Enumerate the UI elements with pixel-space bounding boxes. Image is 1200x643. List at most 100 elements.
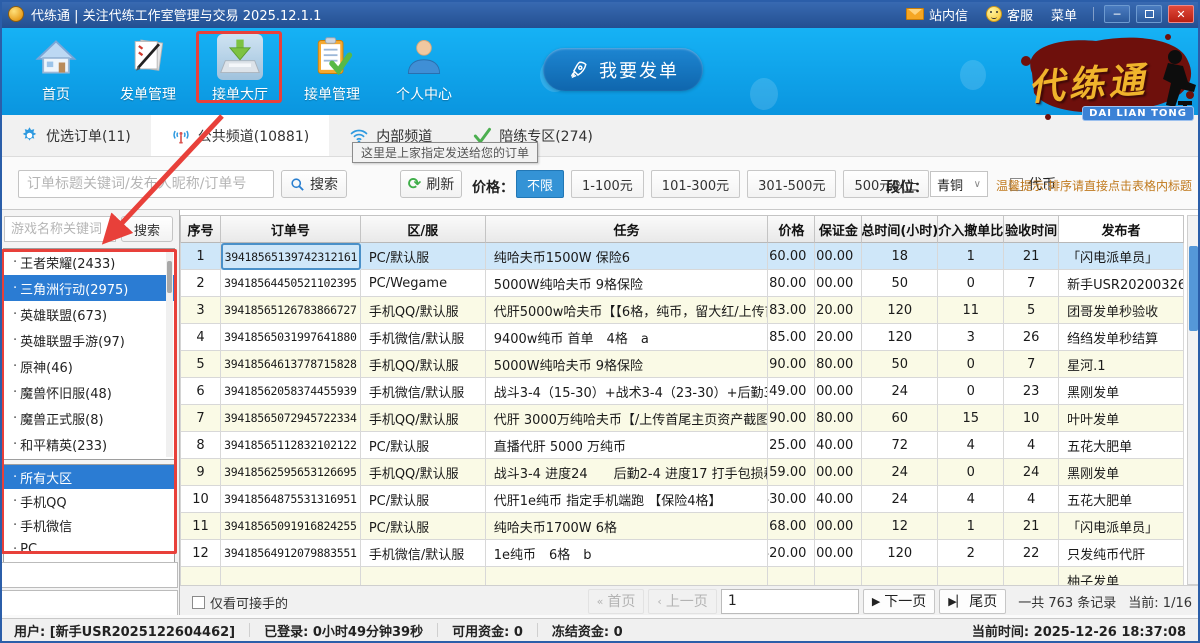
- region-item[interactable]: ·所有大区: [4, 465, 174, 489]
- table-row[interactable]: 139418565139742312161PC/默认服纯哈夫币1500W 保险6…: [181, 243, 1184, 270]
- close-button[interactable]: ✕: [1168, 5, 1194, 23]
- game-item-clipped[interactable]: [4, 457, 174, 460]
- only-acceptable-checkbox[interactable]: 仅看可接手的: [192, 593, 288, 612]
- cell-发布者: 只发纯币代肝: [1059, 540, 1184, 567]
- tab-public-channel[interactable]: 公共频道(10881): [151, 115, 329, 156]
- game-item[interactable]: ·三角洲行动(2975): [4, 275, 174, 301]
- total-records-text: 一共 763 条记录: [1018, 592, 1116, 611]
- first-page-button[interactable]: « 首页: [588, 589, 645, 614]
- game-item-label: 王者荣耀(2433): [20, 253, 115, 272]
- column-header-10[interactable]: 发布者: [1059, 216, 1184, 243]
- cell-发布者: 「闪电派单员」: [1059, 243, 1184, 270]
- game-search-button[interactable]: 搜索: [121, 216, 173, 242]
- maximize-button[interactable]: [1136, 5, 1162, 23]
- table-row[interactable]: 339418565126783866727手机QQ/默认服代肝5000w哈夫币【…: [181, 297, 1184, 324]
- nav-item-order-hall[interactable]: 接单大厅: [194, 34, 286, 104]
- region-item[interactable]: ·手机微信: [4, 513, 174, 537]
- rank-dropdown[interactable]: 青铜 ∨: [930, 171, 988, 197]
- last-page-button[interactable]: ▶▏ 尾页: [939, 589, 1006, 614]
- column-header-3[interactable]: 区/服: [361, 216, 486, 243]
- cell-序号: 4: [181, 324, 221, 351]
- cell-序号: 2: [181, 270, 221, 297]
- column-header-1[interactable]: 序号: [181, 216, 221, 243]
- cell-区/服: PC/默认服: [361, 513, 486, 540]
- table-row[interactable]: 739418565072945722334手机QQ/默认服代肝 3000万纯哈夫…: [181, 405, 1184, 432]
- order-search-input[interactable]: [18, 170, 274, 198]
- price-option[interactable]: 301-500元: [747, 170, 836, 198]
- cell-总时间(小时): 50: [862, 351, 938, 378]
- price-option[interactable]: 不限: [516, 170, 564, 198]
- game-search-input[interactable]: [4, 216, 116, 242]
- cell-发布者: 柚子发单: [1059, 567, 1184, 585]
- prev-page-button[interactable]: ‹ 上一页: [648, 589, 716, 614]
- customer-service-label: 客服: [1007, 5, 1033, 24]
- table-row[interactable]: 839418565112832102122PC/默认服直播代肝 5000 万纯币…: [181, 432, 1184, 459]
- game-list-scrollbar[interactable]: [166, 251, 173, 457]
- table-row[interactable]: 939418562595653126695手机QQ/默认服战斗3-4 进度24 …: [181, 459, 1184, 486]
- table-row[interactable]: 439418565031997641880手机微信/默认服9400w纯币 首单 …: [181, 324, 1184, 351]
- column-header-7[interactable]: 总时间(小时): [862, 216, 938, 243]
- scrollbar-thumb[interactable]: [167, 261, 172, 293]
- table-row[interactable]: 1039418564875531316951PC/默认服代肝1e纯币 指定手机端…: [181, 486, 1184, 513]
- menu-label: 菜单: [1051, 5, 1077, 24]
- nav-item-order-manage[interactable]: 接单管理: [286, 34, 378, 104]
- game-item[interactable]: ·和平精英(233): [4, 431, 174, 457]
- table-row[interactable]: 539418564613778715828手机QQ/默认服5000W纯哈夫币 9…: [181, 351, 1184, 378]
- cell-发布者: 五花大肥单: [1059, 432, 1184, 459]
- scrollbar-thumb[interactable]: [1189, 246, 1198, 331]
- tab-label-preferred: 优选订单(11): [46, 126, 131, 146]
- column-header-6[interactable]: 保证金: [815, 216, 862, 243]
- minimize-button[interactable]: ─: [1104, 5, 1130, 23]
- nav-item-profile[interactable]: 个人中心: [378, 34, 470, 104]
- publish-order-button[interactable]: 我要发单: [543, 48, 703, 91]
- cell-介入撤单比: 0: [938, 270, 1004, 297]
- current-page-text: 当前: 1/16: [1128, 592, 1192, 611]
- tab-tooltip: 这里是上家指定发送给您的订单: [352, 142, 538, 163]
- menu-button[interactable]: 菜单: [1045, 5, 1083, 24]
- cell-区/服: 手机微信/默认服: [361, 540, 486, 567]
- table-row-partial[interactable]: 柚子发单: [181, 567, 1184, 585]
- bullet-icon: ·: [13, 255, 17, 270]
- inbox-button[interactable]: 站内信: [900, 5, 974, 24]
- tab-preferred-orders[interactable]: 优选订单(11): [0, 115, 151, 156]
- nav-item-home[interactable]: 首页: [10, 34, 102, 104]
- rank-value: 青铜: [937, 175, 963, 194]
- game-item[interactable]: ·原神(46): [4, 353, 174, 379]
- game-item[interactable]: ·英雄联盟手游(97): [4, 327, 174, 353]
- next-page-button[interactable]: ▶ 下一页: [863, 589, 935, 614]
- refresh-icon: ⟳: [408, 176, 421, 192]
- status-login-time: 已登录: 0小时49分钟39秒: [250, 621, 437, 640]
- table-row[interactable]: 1239418564912079883551手机微信/默认服1e纯币 6格 b4…: [181, 540, 1184, 567]
- inbox-tray-icon: [217, 34, 263, 80]
- brand-logo: 代练通 DAI LIAN TONG: [1018, 31, 1196, 131]
- nav-item-dispatch-manage[interactable]: 发单管理: [102, 34, 194, 104]
- region-item[interactable]: ·手机QQ: [4, 489, 174, 513]
- price-option[interactable]: 101-300元: [651, 170, 740, 198]
- only-acceptable-label: 仅看可接手的: [210, 593, 288, 612]
- table-scrollbar[interactable]: [1187, 215, 1200, 585]
- column-header-8[interactable]: 介入撤单比: [938, 216, 1004, 243]
- game-item[interactable]: ·王者荣耀(2433): [4, 249, 174, 275]
- column-header-4[interactable]: 任务: [486, 216, 769, 243]
- order-search-button[interactable]: 搜索: [281, 170, 347, 198]
- game-item[interactable]: ·魔兽正式服(8): [4, 405, 174, 431]
- refresh-button[interactable]: ⟳ 刷新: [400, 170, 462, 198]
- column-header-2[interactable]: 订单号: [221, 216, 361, 243]
- customer-service-button[interactable]: 客服: [980, 5, 1039, 24]
- cell-总时间(小时): 50: [862, 270, 938, 297]
- price-option[interactable]: 1-100元: [571, 170, 644, 198]
- region-item[interactable]: ·PC: [4, 537, 174, 561]
- table-row[interactable]: 639418562058374455939手机微信/默认服战斗3-4（15-30…: [181, 378, 1184, 405]
- table-row[interactable]: 239418564450521102395PC/Wegame5000W纯哈夫币 …: [181, 270, 1184, 297]
- cell-订单号: 39418565031997641880: [221, 324, 361, 351]
- cell-发布者: 星河.1: [1059, 351, 1184, 378]
- table-row[interactable]: 1139418565091916824255PC/默认服纯哈夫币1700W 6格…: [181, 513, 1184, 540]
- column-header-9[interactable]: 验收时间: [1004, 216, 1059, 243]
- game-item-label: 英雄联盟手游(97): [20, 331, 125, 350]
- cell-介入撤单比: 11: [938, 297, 1004, 324]
- game-item[interactable]: ·英雄联盟(673): [4, 301, 174, 327]
- antenna-icon: [171, 126, 191, 146]
- page-number-input[interactable]: [721, 589, 859, 614]
- column-header-5[interactable]: 价格: [768, 216, 815, 243]
- game-item[interactable]: ·魔兽怀旧服(48): [4, 379, 174, 405]
